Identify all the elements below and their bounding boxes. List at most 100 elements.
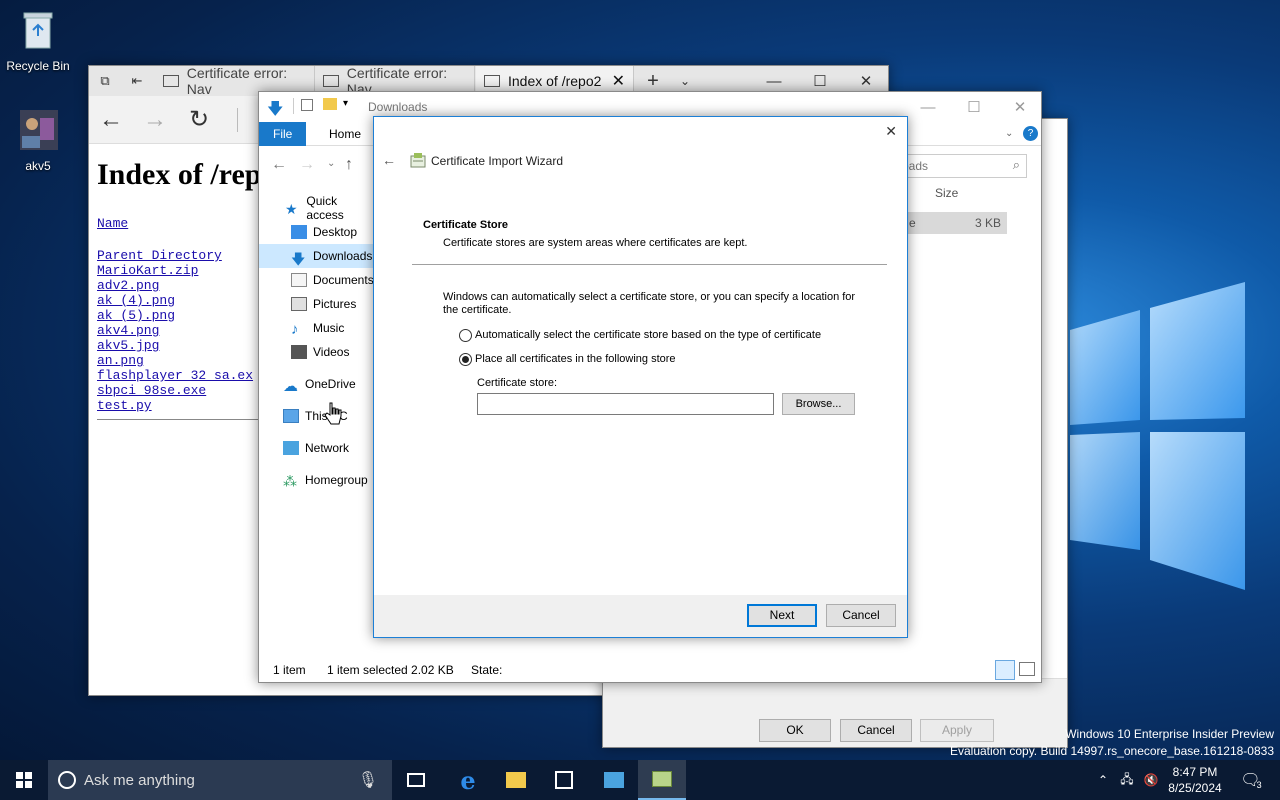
cancel-button[interactable]: Cancel (840, 719, 912, 742)
desktop-icon-recycle-bin[interactable]: Recycle Bin (0, 8, 76, 73)
help-icon[interactable]: ? (1023, 126, 1038, 141)
file-explorer-taskbar-button[interactable] (492, 760, 540, 800)
windows-logo-wallpaper (1070, 282, 1245, 590)
windows-start-icon (16, 772, 32, 788)
videos-icon (291, 345, 307, 359)
store-taskbar-button[interactable] (540, 760, 588, 800)
back-arrow-icon[interactable]: ← (382, 152, 396, 168)
tab-file[interactable]: File (259, 122, 307, 146)
ok-button[interactable]: OK (759, 719, 831, 742)
nav-item-videos[interactable]: Videos (259, 340, 375, 364)
search-icon: ⌕ (1012, 157, 1020, 172)
status-selection: 1 item selected 2.02 KB (327, 663, 454, 677)
quick-access-dropdown-icon[interactable]: ▾ (343, 98, 348, 109)
nav-item-label: Pictures (313, 297, 357, 311)
close-icon[interactable]: ✕ (997, 92, 1043, 122)
start-button[interactable] (0, 760, 48, 800)
nav-item-onedrive[interactable]: ☁ OneDrive (259, 372, 375, 396)
back-arrow-icon[interactable]: ← (95, 104, 127, 136)
page-icon (163, 75, 179, 87)
next-button[interactable]: Next (747, 604, 817, 627)
download-arrow-icon: 🡇 (267, 101, 284, 118)
close-tab-icon[interactable]: ✕ (612, 71, 625, 91)
browse-button[interactable]: Browse... (782, 393, 855, 415)
minimize-icon[interactable]: — (905, 92, 951, 122)
control-panel-taskbar-button[interactable] (590, 760, 638, 800)
nav-item-homegroup[interactable]: ⁂ Homegroup (259, 468, 375, 492)
column-header-size[interactable]: Size (935, 186, 958, 200)
nav-item-pictures[interactable]: Pictures (259, 292, 375, 316)
radio-place-in-store-label[interactable]: Place all certificates in the following … (475, 353, 676, 365)
nav-item-this-pc[interactable]: This PC (259, 404, 375, 428)
search-placeholder: Ask me anything (84, 771, 195, 789)
file-type-text: e (909, 216, 916, 230)
set-aside-tabs-icon[interactable]: ⇤ (121, 66, 153, 96)
certificate-store-input[interactable] (477, 393, 774, 415)
task-view-button[interactable] (392, 760, 440, 800)
action-center-button[interactable]: 🗨 3 (1234, 760, 1268, 800)
task-view-icon (407, 773, 425, 787)
expand-ribbon-icon[interactable]: ⌄ (1005, 128, 1013, 139)
nav-item-label: Desktop (313, 225, 358, 239)
intro-text: Windows can automatically select a certi… (443, 291, 856, 316)
nav-item-downloads[interactable]: 🡇 Downloads (259, 244, 375, 268)
image-file-icon (20, 110, 58, 150)
nav-item-label: Videos (313, 345, 350, 359)
nav-item-network[interactable]: Network (259, 436, 375, 460)
certificate-wizard-taskbar-button[interactable] (638, 760, 686, 800)
show-hidden-icons-chevron[interactable]: ⌃ (1092, 760, 1114, 800)
cortana-search-box[interactable]: Ask me anything 🎙 (48, 760, 392, 800)
nav-item-label: OneDrive (305, 377, 356, 391)
desktop-icon-akv5[interactable]: akv5 (0, 108, 76, 173)
watermark-line: Evaluation copy. Build 14997.rs_onecore_… (949, 744, 1274, 758)
nav-item-documents[interactable]: Documents (259, 268, 375, 292)
search-input[interactable]: oads ⌕ (895, 154, 1027, 178)
tab-preview-icon[interactable]: ⧉ (89, 66, 121, 96)
back-arrow-icon[interactable]: ← (271, 156, 287, 174)
forward-arrow-icon[interactable]: → (139, 104, 171, 136)
wizard-title: Certificate Import Wizard (431, 154, 564, 168)
nav-item-label: Documents (313, 273, 374, 287)
cloud-icon: ☁ (283, 378, 298, 395)
clock-time: 8:47 PM (1172, 765, 1218, 779)
edge-taskbar-button[interactable]: e (444, 760, 492, 800)
network-status-icon[interactable]: 🖧 (1116, 760, 1138, 800)
certificate-import-wizard: ✕ ← Certificate Import Wizard Certificat… (373, 116, 908, 638)
nav-item-label: Network (305, 441, 350, 455)
up-arrow-icon[interactable]: ↑ (345, 156, 353, 174)
details-view-icon[interactable] (995, 660, 1015, 680)
certificate-store-label: Certificate store: (477, 377, 558, 389)
microphone-icon[interactable]: 🎙 (358, 770, 378, 790)
divider (97, 419, 277, 420)
recent-dropdown-icon[interactable]: ⌄ (327, 158, 335, 169)
nav-item-music[interactable]: ♪ Music (259, 316, 375, 340)
download-icon: 🡇 (291, 251, 306, 267)
radio-auto-select-label[interactable]: Automatically select the certificate sto… (475, 329, 821, 341)
nav-item-quick-access[interactable]: ★ Quick access (259, 194, 375, 222)
forward-arrow-icon[interactable]: → (299, 156, 315, 174)
file-row-selected[interactable]: e 3 KB (905, 212, 1007, 234)
radio-place-in-store[interactable] (459, 353, 472, 366)
volume-muted-icon[interactable]: 🔇 (1140, 760, 1162, 800)
divider (412, 264, 887, 265)
properties-checkbox-icon[interactable] (301, 99, 313, 111)
status-state: State: (471, 663, 503, 677)
certificate-icon (652, 771, 672, 787)
taskbar: Ask me anything 🎙 e ⌃ 🖧 🔇 8:47 PM 8/25/2… (0, 760, 1280, 800)
page-icon (323, 75, 339, 87)
cancel-button[interactable]: Cancel (826, 604, 896, 627)
status-bar: 1 item 1 item selected 2.02 KB State: (259, 658, 1041, 682)
clock[interactable]: 8:47 PM 8/25/2024 (1164, 760, 1226, 800)
tab-home[interactable]: Home (315, 122, 375, 146)
page-icon (484, 75, 500, 87)
new-folder-icon[interactable] (323, 98, 337, 110)
large-icons-view-icon[interactable] (1019, 662, 1035, 676)
close-icon[interactable]: ✕ (885, 123, 897, 140)
section-title: Certificate Store (423, 219, 508, 231)
radio-auto-select[interactable] (459, 329, 472, 342)
refresh-icon[interactable]: ↻ (183, 104, 215, 136)
nav-item-desktop[interactable]: Desktop (259, 220, 375, 244)
tab-label: Index of /repo2 (508, 73, 602, 89)
watermark-line: Windows 10 Enterprise Insider Preview (1065, 727, 1274, 741)
maximize-icon[interactable]: ☐ (951, 92, 997, 122)
